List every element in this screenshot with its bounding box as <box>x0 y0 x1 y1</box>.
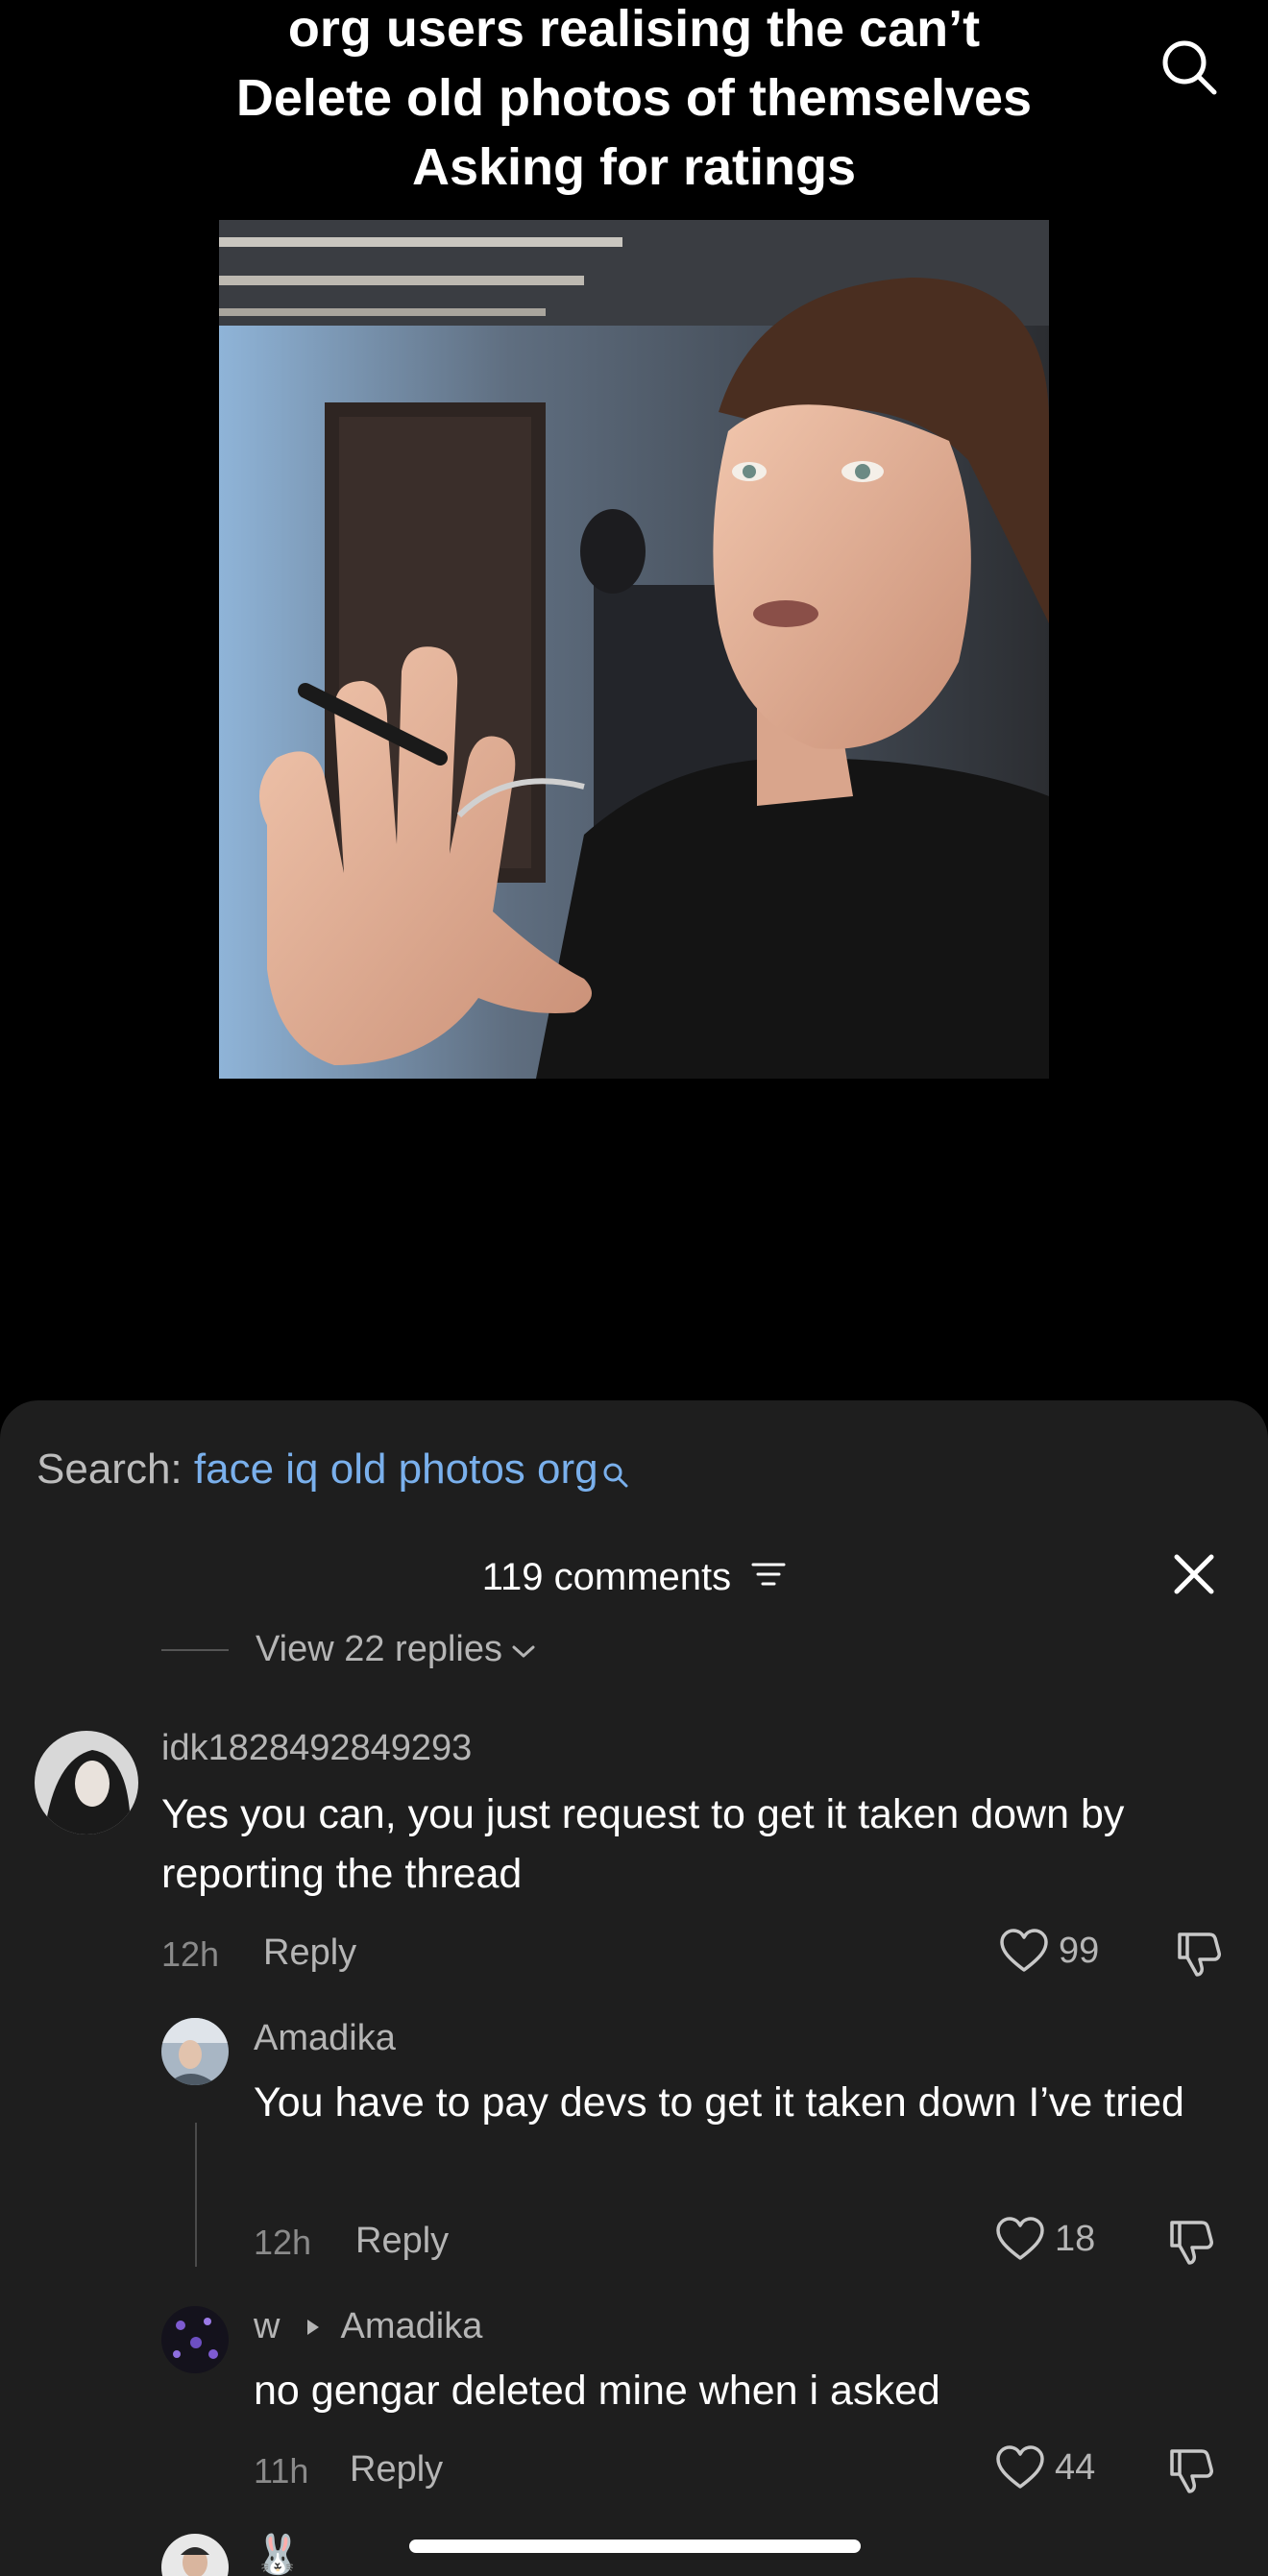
avatar[interactable] <box>35 1731 138 1835</box>
thumbs-down-icon <box>1170 2221 1213 2265</box>
heart-icon <box>996 2445 1044 2489</box>
heart-icon <box>996 2217 1044 2260</box>
close-icon <box>1174 1554 1214 1594</box>
comment-text: Yes you can, you just request to get it … <box>161 1791 1125 1897</box>
like-button[interactable]: 44 <box>995 2445 1095 2490</box>
username-emoji: 🐰 <box>254 2534 302 2576</box>
view-replies-button[interactable]: View 22 replies <box>161 1629 537 1670</box>
thumbs-down-icon <box>1178 1932 1221 1977</box>
comment-text: You have to pay devs to get it taken dow… <box>254 2079 1184 2126</box>
search-suggestion[interactable]: Search: face iq old photos org <box>37 1441 629 1504</box>
search-label: Search: <box>37 1446 183 1493</box>
comment-time: 11h <box>254 2451 309 2491</box>
comment-text: no gengar deleted mine when i asked <box>254 2368 940 2414</box>
avatar[interactable] <box>161 2306 229 2373</box>
search-icon <box>1162 40 1217 95</box>
comment-username[interactable]: w <box>254 2306 280 2346</box>
caption-line-3: Asking for ratings <box>411 138 857 196</box>
sort-filter-icon[interactable] <box>751 1547 786 1605</box>
reply-button[interactable]: Reply <box>350 2449 443 2491</box>
comments-header: 119 comments <box>0 1548 1268 1606</box>
video-player[interactable] <box>219 220 1049 1079</box>
like-count: 99 <box>1059 1930 1100 1971</box>
thread-line <box>195 2123 197 2267</box>
comment-time: 12h <box>161 1934 220 1974</box>
reply-arrow-icon <box>307 2320 320 2335</box>
like-button[interactable]: 99 <box>999 1929 1099 1973</box>
video-caption: org users realising the can’t Delete old… <box>0 0 1268 202</box>
chevron-down-icon <box>512 1645 535 1657</box>
caption-line-2: Delete old photos of themselves <box>235 69 1033 127</box>
search-button[interactable] <box>1149 27 1230 108</box>
like-count: 44 <box>1055 2446 1096 2488</box>
comment-username[interactable]: Amadika <box>254 2015 396 2061</box>
comments-sheet: Search: face iq old photos org 119 comme… <box>0 1400 1268 2576</box>
video-thumbnail-image <box>219 220 1049 1079</box>
comment-username[interactable]: idk1828492849293 <box>161 1725 472 1771</box>
reply-button[interactable]: Reply <box>263 1932 356 1974</box>
dislike-button[interactable] <box>1174 1929 1224 1983</box>
view-replies-divider <box>161 1648 229 1651</box>
thumbs-down-icon <box>1170 2449 1213 2493</box>
reply-to-username[interactable]: Amadika <box>340 2306 482 2346</box>
comment-username-row: w Amadika <box>254 2303 482 2349</box>
view-replies-label: View 22 replies <box>256 1629 503 1669</box>
search-small-icon <box>602 1446 629 1504</box>
close-button[interactable] <box>1164 1544 1224 1604</box>
dislike-button[interactable] <box>1166 2445 1216 2500</box>
like-button[interactable]: 18 <box>995 2217 1095 2261</box>
heart-icon <box>1000 1929 1048 1972</box>
avatar[interactable] <box>161 2534 229 2576</box>
like-count: 18 <box>1055 2218 1096 2259</box>
avatar[interactable] <box>161 2018 229 2085</box>
comment-time: 12h <box>254 2223 312 2262</box>
dislike-button[interactable] <box>1166 2217 1216 2272</box>
comment-count: 119 comments <box>481 1556 732 1598</box>
reply-button[interactable]: Reply <box>355 2221 449 2262</box>
search-query-link[interactable]: face iq old photos org <box>194 1446 598 1493</box>
caption-line-1: org users realising the can’t <box>287 0 981 58</box>
home-indicator[interactable] <box>409 2540 861 2553</box>
